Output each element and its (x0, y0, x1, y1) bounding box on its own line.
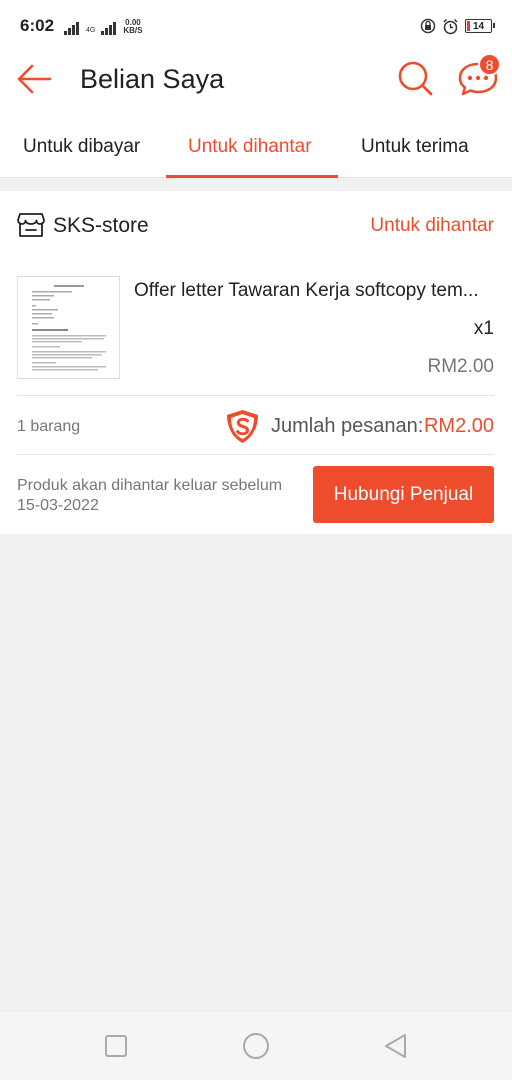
total-label: Jumlah pesanan: (271, 415, 424, 437)
shop-icon (17, 213, 45, 237)
active-tab-indicator (166, 175, 338, 178)
product-quantity: x1 (473, 318, 494, 339)
lock-rotation-icon (420, 18, 436, 34)
delivery-date: 15-03-2022 (17, 497, 99, 514)
battery-level: 14 (472, 20, 485, 32)
order-tabs: Untuk dibayar Untuk dihantar Untuk terim… (0, 106, 512, 178)
product-row[interactable]: Offer letter Tawaran Kerja softcopy tem.… (0, 261, 512, 395)
product-thumbnail (17, 276, 120, 379)
product-name: Offer letter Tawaran Kerja softcopy tem.… (134, 280, 479, 301)
tab-untuk-dibayar[interactable]: Untuk dibayar (23, 136, 140, 158)
home-icon[interactable] (242, 1032, 270, 1060)
system-nav-bar (0, 1012, 512, 1080)
delivery-row: Produk akan dihantar keluar sebelum 15-0… (0, 454, 512, 534)
search-icon[interactable] (396, 59, 434, 97)
order-card[interactable]: SKS-store Untuk dihantar Offer letter Ta… (0, 191, 512, 534)
status-right-group: 14 (420, 18, 495, 35)
delivery-note-line1: Produk akan dihantar keluar sebelum (17, 477, 283, 494)
status-time: 6:02 (20, 16, 55, 35)
tab-untuk-terima[interactable]: Untuk terima (361, 136, 469, 158)
shop-name: SKS-store (53, 214, 149, 237)
contact-seller-button[interactable]: Hubungi Penjual (313, 466, 494, 523)
battery-indicator: 14 (465, 19, 495, 33)
app-header: Belian Saya (0, 52, 512, 106)
alarm-icon (443, 18, 458, 34)
shopee-guarantee-shield-icon (227, 410, 258, 443)
delivery-note: Produk akan dihantar keluar sebelum 15-0… (17, 476, 307, 516)
product-price: RM2.00 (427, 356, 494, 377)
signal-icon-2 (101, 22, 117, 35)
recent-apps-icon[interactable] (102, 1032, 130, 1060)
back-arrow-icon[interactable] (16, 62, 52, 96)
order-status: Untuk dihantar (370, 215, 494, 236)
status-network-group: 4G 0.00 KB/S (64, 17, 143, 35)
tab-untuk-dihantar[interactable]: Untuk dihantar (188, 136, 312, 158)
back-icon[interactable] (382, 1032, 410, 1060)
order-total-row: 1 barang Jumlah pesanan: RM2.00 (0, 396, 512, 454)
item-count: 1 barang (17, 418, 81, 435)
shop-row[interactable]: SKS-store Untuk dihantar (0, 191, 512, 261)
chat-notification-badge: 8 (478, 53, 501, 76)
document-preview-icon (18, 277, 119, 378)
network-speed: 0.00 KB/S (123, 18, 143, 35)
status-bar: 6:02 4G 0.00 KB/S 14 (0, 0, 512, 52)
signal-icon (64, 22, 80, 35)
total-value: RM2.00 (423, 415, 494, 437)
page-title: Belian Saya (80, 64, 225, 94)
network-type-label: 4G (86, 27, 96, 34)
